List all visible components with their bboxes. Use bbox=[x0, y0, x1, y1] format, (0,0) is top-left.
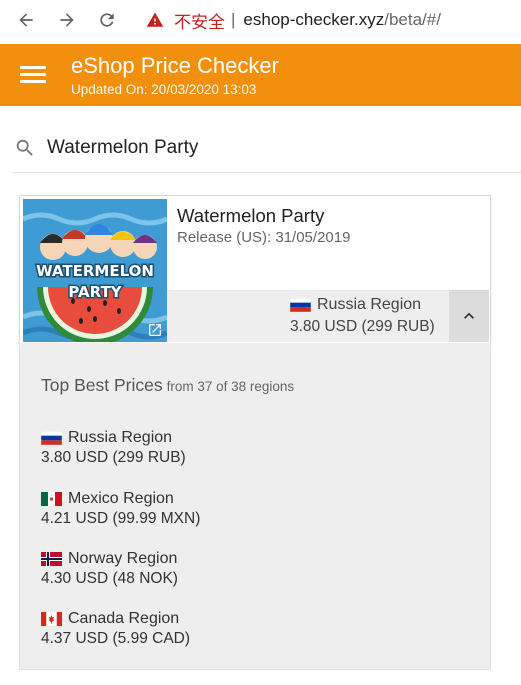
url-path: /beta/#/ bbox=[384, 10, 441, 29]
app-title: eShop Price Checker bbox=[71, 53, 279, 78]
back-button[interactable] bbox=[14, 8, 38, 32]
app-header: eShop Price Checker Updated On: 20/03/20… bbox=[0, 44, 521, 106]
region-item: Canada Region 4.37 USD (5.99 CAD) bbox=[41, 609, 190, 648]
best-price: 3.80 USD (299 RUB) bbox=[290, 318, 435, 335]
region-price: 4.37 USD (5.99 CAD) bbox=[41, 630, 191, 647]
arrow-right-icon bbox=[60, 13, 74, 27]
arrow-left-icon bbox=[19, 13, 33, 27]
external-link-icon[interactable] bbox=[147, 322, 163, 338]
best-prices-panel: Top Best Prices from 37 of 38 regions Rus… bbox=[19, 343, 491, 670]
mexico-flag-icon bbox=[41, 492, 62, 506]
menu-icon[interactable] bbox=[20, 66, 46, 84]
release-date: Release (US): 31/05/2019 bbox=[177, 229, 351, 246]
reload-icon bbox=[100, 13, 114, 27]
chevron-up-icon bbox=[464, 312, 474, 319]
insecure-label: 不安全 bbox=[174, 12, 225, 32]
region-price: 3.80 USD (299 RUB) bbox=[41, 449, 186, 466]
search-bar bbox=[12, 130, 521, 173]
russia-flag-icon bbox=[290, 298, 311, 312]
forward-button[interactable] bbox=[55, 8, 79, 32]
search-icon bbox=[16, 139, 33, 156]
best-region: Russia Region bbox=[290, 296, 421, 314]
region-price: 4.30 USD (48 NOK) bbox=[41, 570, 178, 587]
search-input[interactable] bbox=[47, 134, 507, 162]
url-separator: | bbox=[231, 10, 236, 29]
warning-icon bbox=[146, 12, 164, 27]
game-thumbnail[interactable]: WATERMELON PARTY bbox=[23, 199, 167, 342]
panel-title: Top Best Prices bbox=[41, 375, 163, 395]
region-item: Mexico Region 4.21 USD (99.99 MXN) bbox=[41, 489, 200, 528]
collapse-button[interactable] bbox=[449, 290, 489, 342]
norway-flag-icon bbox=[41, 552, 62, 566]
panel-heading: Top Best Prices from 37 of 38 regions bbox=[41, 375, 294, 396]
thumb-subtitle-text: PARTY bbox=[68, 283, 122, 301]
region-price: 4.21 USD (99.99 MXN) bbox=[41, 510, 201, 527]
url-host: eshop-checker.xyz bbox=[243, 10, 385, 29]
region-item: Russia Region 3.80 USD (299 RUB) bbox=[41, 428, 186, 467]
best-price-bar: Russia Region 3.80 USD (299 RUB) bbox=[167, 290, 489, 342]
region-name: Canada Region bbox=[68, 610, 180, 627]
russia-flag-icon bbox=[41, 431, 62, 445]
game-card: WATERMELON PARTY Watermelon Party Releas… bbox=[19, 195, 491, 345]
address-bar[interactable]: 不安全 | eshop-checker.xyz/beta/#/ bbox=[146, 8, 441, 32]
game-title[interactable]: Watermelon Party bbox=[177, 205, 324, 227]
reload-button[interactable] bbox=[95, 8, 119, 32]
region-name: Russia Region bbox=[68, 429, 173, 446]
region-item: Norway Region 4.30 USD (48 NOK) bbox=[41, 549, 178, 588]
region-name: Mexico Region bbox=[68, 490, 174, 507]
updated-timestamp: Updated On: 20/03/2020 13:03 bbox=[71, 82, 257, 97]
thumb-title-text: WATERMELON bbox=[36, 262, 154, 280]
region-name: Norway Region bbox=[68, 550, 178, 567]
panel-subtitle: from 37 of 38 regions bbox=[166, 379, 295, 394]
canada-flag-icon bbox=[41, 612, 62, 626]
browser-toolbar: 不安全 | eshop-checker.xyz/beta/#/ bbox=[0, 0, 521, 40]
best-region-label: Russia Region bbox=[317, 296, 422, 313]
